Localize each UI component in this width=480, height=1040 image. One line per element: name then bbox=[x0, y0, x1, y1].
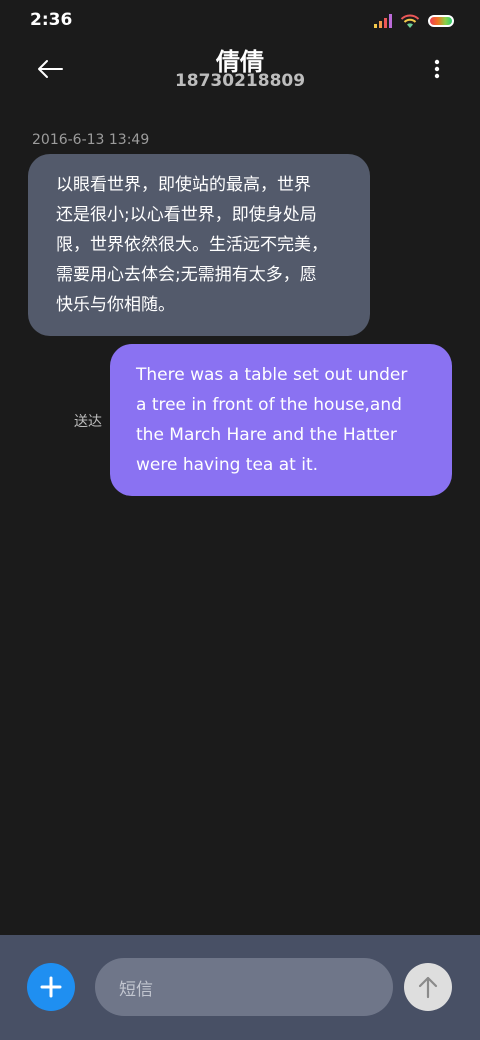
message-input-placeholder: 短信 bbox=[119, 979, 153, 1000]
signal-icon bbox=[374, 14, 392, 28]
composer-bar: 短信 bbox=[0, 935, 480, 1040]
arrow-up-icon bbox=[418, 976, 438, 999]
plus-icon bbox=[40, 976, 62, 998]
status-bar: 2:36 bbox=[0, 0, 480, 42]
wifi-icon bbox=[400, 14, 420, 28]
conversation-header: 倩倩 18730218809 bbox=[0, 42, 480, 100]
outgoing-message-bubble[interactable]: There was a table set out under a tree i… bbox=[110, 344, 452, 496]
more-vertical-icon bbox=[434, 59, 440, 79]
message-input[interactable]: 短信 bbox=[95, 958, 393, 1016]
message-text-line: 还是很小;以心看世界，即使身处局 bbox=[56, 205, 317, 225]
message-text-line: were having tea at it. bbox=[136, 455, 319, 475]
message-text-line: There was a table set out under bbox=[136, 365, 408, 385]
battery-icon bbox=[428, 15, 454, 27]
status-icons bbox=[374, 12, 454, 30]
add-attachment-button[interactable] bbox=[27, 963, 75, 1011]
message-text-line: 快乐与你相随。 bbox=[56, 295, 175, 315]
contact-phone-number: 18730218809 bbox=[174, 71, 306, 91]
message-text-line: 限，世界依然很大。生活远不完美， bbox=[56, 235, 328, 255]
message-timestamp: 2016-6-13 13:49 bbox=[32, 132, 150, 148]
status-time: 2:36 bbox=[30, 10, 73, 30]
delivery-status: 送达 bbox=[74, 414, 102, 430]
more-options-button[interactable] bbox=[430, 56, 444, 82]
message-text-line: the March Hare and the Hatter bbox=[136, 425, 397, 445]
send-button[interactable] bbox=[404, 963, 452, 1011]
message-text-line: 以眼看世界，即使站的最高，世界 bbox=[56, 175, 311, 195]
message-text-line: a tree in front of the house,and bbox=[136, 395, 402, 415]
message-text-line: 需要用心去体会;无需拥有太多，愿 bbox=[56, 265, 317, 285]
incoming-message-bubble[interactable]: 以眼看世界，即使站的最高，世界 还是很小;以心看世界，即使身处局 限，世界依然很… bbox=[28, 154, 370, 336]
